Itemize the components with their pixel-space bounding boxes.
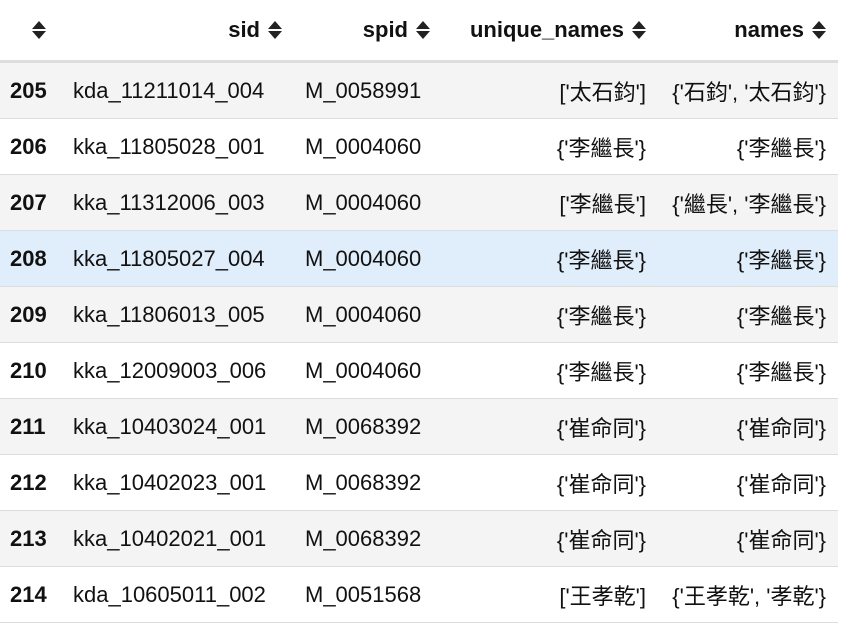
header-unique-names[interactable]: unique_names bbox=[440, 0, 646, 60]
cell-names: {'李繼長'} bbox=[736, 303, 826, 329]
cell-unique-names: {'崔命同'} bbox=[556, 527, 646, 553]
header-names-label: names bbox=[734, 17, 804, 42]
cell-unique-names: {'崔命同'} bbox=[556, 471, 646, 497]
table-row[interactable]: 206 kka_11805028_001 M_0004060 {'李繼長'} {'李繼長… bbox=[0, 119, 838, 175]
row-index: 207 bbox=[10, 189, 47, 215]
cell-names: {'崔命同'} bbox=[736, 471, 826, 497]
cell-spid: M_0004060 bbox=[305, 189, 422, 215]
cell-sid: kka_11805027_004 bbox=[73, 245, 265, 271]
row-index: 213 bbox=[10, 525, 47, 551]
cell-sid: kda_10605011_002 bbox=[73, 581, 266, 607]
table-row[interactable]: 210 kka_12009003_006 M_0004060 {'李繼長'} {'李繼長… bbox=[0, 343, 838, 399]
cell-names: {'李繼長'} bbox=[736, 247, 826, 273]
cell-spid: M_0004060 bbox=[305, 301, 422, 327]
table-row[interactable]: 214 kda_10605011_002 M_0051568 ['王孝乾'] {'王孝乾… bbox=[0, 567, 838, 623]
cell-unique-names: {'李繼長'} bbox=[556, 359, 646, 385]
sort-icon[interactable] bbox=[416, 20, 430, 40]
cell-spid: M_0058991 bbox=[305, 77, 422, 103]
cell-spid: M_0004060 bbox=[305, 357, 422, 383]
table-body: 205 kda_11211014_004 M_0058991 ['太石鈞'] {'石鈞'… bbox=[0, 63, 838, 623]
cell-names: {'崔命同'} bbox=[736, 527, 826, 553]
cell-names: {'繼長', '李繼長'} bbox=[672, 191, 826, 217]
cell-spid: M_0068392 bbox=[305, 413, 422, 439]
row-index: 211 bbox=[10, 413, 46, 439]
cell-unique-names: {'崔命同'} bbox=[556, 415, 646, 441]
row-index: 205 bbox=[10, 77, 47, 103]
row-index: 209 bbox=[10, 301, 47, 327]
cell-names: {'石鈞', '太石鈞'} bbox=[672, 79, 826, 105]
cell-unique-names: ['王孝乾'] bbox=[559, 583, 646, 609]
table-row[interactable]: 212 kka_10402023_001 M_0068392 {'崔命同'} {'崔命同… bbox=[0, 455, 838, 511]
header-names[interactable]: names bbox=[654, 0, 826, 60]
table-row[interactable]: 211 kka_10403024_001 M_0068392 {'崔命同'} {'崔命同… bbox=[0, 399, 838, 455]
table-row[interactable]: 213 kka_10402021_001 M_0068392 {'崔命同'} {'崔命同… bbox=[0, 511, 838, 567]
cell-sid: kka_12009003_006 bbox=[73, 357, 267, 383]
cell-spid: M_0004060 bbox=[305, 245, 422, 271]
row-index: 206 bbox=[10, 133, 47, 159]
cell-sid: kka_10403024_001 bbox=[73, 413, 267, 439]
header-spid-label: spid bbox=[362, 17, 408, 42]
header-unique-names-label: unique_names bbox=[469, 17, 624, 42]
cell-sid: kka_10402023_001 bbox=[73, 469, 267, 495]
data-table: sid spid unique_names names 205 kda_11211… bbox=[0, 0, 838, 623]
table-row[interactable]: 208 kka_11805027_004 M_0004060 {'李繼長'} {'李繼長… bbox=[0, 231, 838, 287]
cell-sid: kka_11806013_005 bbox=[73, 301, 265, 327]
cell-names: {'李繼長'} bbox=[736, 359, 826, 385]
cell-spid: M_0068392 bbox=[305, 525, 422, 551]
row-index: 212 bbox=[10, 469, 47, 495]
cell-sid: kda_11211014_004 bbox=[73, 77, 265, 103]
sort-icon[interactable] bbox=[812, 20, 826, 40]
cell-sid: kka_11805028_001 bbox=[73, 133, 265, 159]
cell-names: {'崔命同'} bbox=[736, 415, 826, 441]
cell-unique-names: {'李繼長'} bbox=[556, 303, 646, 329]
table-header: sid spid unique_names names bbox=[0, 0, 838, 63]
sort-icon[interactable] bbox=[632, 20, 646, 40]
cell-unique-names: {'李繼長'} bbox=[556, 135, 646, 161]
table-row[interactable]: 209 kka_11806013_005 M_0004060 {'李繼長'} {'李繼長… bbox=[0, 287, 838, 343]
header-spid[interactable]: spid bbox=[292, 0, 430, 60]
header-sid-label: sid bbox=[228, 17, 260, 42]
cell-names: {'李繼長'} bbox=[736, 135, 826, 161]
cell-unique-names: ['太石鈞'] bbox=[559, 79, 646, 105]
header-sid[interactable]: sid bbox=[60, 0, 282, 60]
cell-spid: M_0068392 bbox=[305, 469, 422, 495]
cell-spid: M_0051568 bbox=[305, 581, 422, 607]
cell-sid: kka_11312006_003 bbox=[73, 189, 265, 215]
row-index: 214 bbox=[10, 581, 47, 607]
cell-spid: M_0004060 bbox=[305, 133, 422, 159]
cell-unique-names: ['李繼長'] bbox=[559, 191, 646, 217]
row-index: 208 bbox=[10, 245, 47, 271]
sort-icon[interactable] bbox=[32, 20, 46, 40]
cell-unique-names: {'李繼長'} bbox=[556, 247, 646, 273]
sort-icon[interactable] bbox=[268, 20, 282, 40]
row-index: 210 bbox=[10, 357, 47, 383]
table-row[interactable]: 207 kka_11312006_003 M_0004060 ['李繼長'] {'繼長'… bbox=[0, 175, 838, 231]
table-row[interactable]: 205 kda_11211014_004 M_0058991 ['太石鈞'] {'石鈞'… bbox=[0, 63, 838, 119]
cell-sid: kka_10402021_001 bbox=[73, 525, 267, 551]
header-index[interactable] bbox=[32, 0, 52, 60]
cell-names: {'王孝乾', '孝乾'} bbox=[672, 583, 826, 609]
